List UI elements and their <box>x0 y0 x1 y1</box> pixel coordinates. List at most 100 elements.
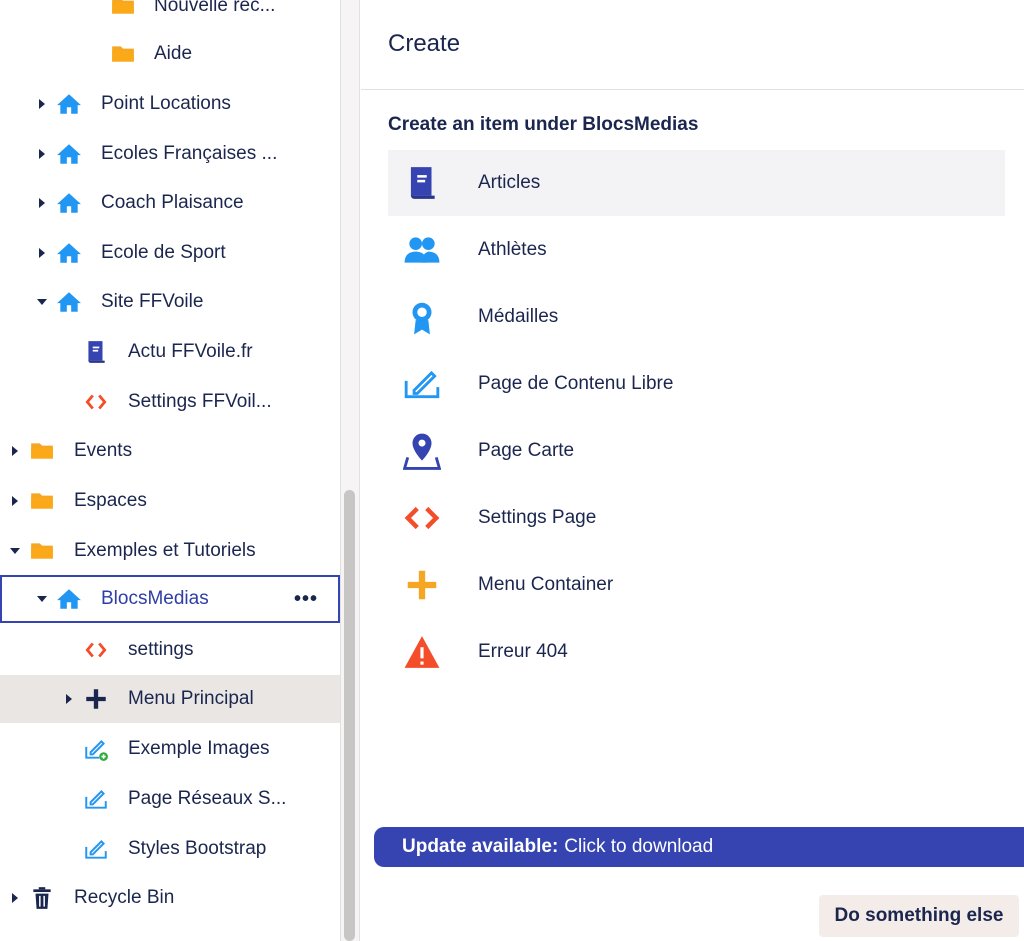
tree-item-styles-bootstrap[interactable]: Styles Bootstrap <box>0 825 340 873</box>
edit-add-icon <box>83 736 109 762</box>
create-item-label: Athlètes <box>478 239 547 260</box>
create-item-label: Page Carte <box>478 440 575 461</box>
caret-down-icon[interactable] <box>10 546 20 556</box>
create-item-menu-container[interactable]: Menu Container <box>388 552 1005 618</box>
create-item-label: Erreur 404 <box>478 641 568 662</box>
tree-item-recycle-bin[interactable]: Recycle Bin <box>0 874 340 922</box>
users-icon <box>402 230 442 270</box>
create-item-label: Articles <box>478 172 541 193</box>
create-item-label: Settings Page <box>478 507 597 528</box>
warning-icon <box>402 632 442 672</box>
caret-right-icon[interactable] <box>37 149 47 159</box>
trash-icon <box>29 885 55 911</box>
tree-item-events[interactable]: Events <box>0 427 340 475</box>
tree-item-label: Page Réseaux S... <box>128 788 287 809</box>
tree-item-label: Aide <box>154 43 193 64</box>
create-item-articles[interactable]: Articles <box>388 150 1005 216</box>
create-item-page-carte[interactable]: Page Carte <box>388 418 1005 484</box>
folder-icon <box>29 488 55 514</box>
tree-item-label: Exemples et Tutoriels <box>74 540 256 561</box>
create-item-erreur-404[interactable]: Erreur 404 <box>388 619 1005 685</box>
tree-item-point-locations[interactable]: Point Locations <box>0 80 340 128</box>
update-label: Update available: <box>402 836 559 857</box>
tree-scrollbar-thumb[interactable] <box>344 490 355 941</box>
tree-item-label: Recycle Bin <box>74 887 175 908</box>
tree-item-label: Events <box>74 440 133 461</box>
tree-item-label: Ecole de Sport <box>101 242 226 263</box>
tree-item-label: Settings FFVoil... <box>128 391 272 412</box>
panel-header: Create <box>361 0 1024 90</box>
tree-item-label: BlocsMedias <box>101 588 209 609</box>
content-tree: Nouvelle rec... Aide Point Locations Eco… <box>0 0 340 941</box>
caret-right-icon[interactable] <box>10 446 20 456</box>
create-item-page-de-contenu-libre[interactable]: Page de Contenu Libre <box>388 351 1005 417</box>
caret-down-icon[interactable] <box>37 297 47 307</box>
caret-down-icon[interactable] <box>37 594 47 604</box>
map-pin-icon <box>402 431 442 471</box>
home-icon <box>56 289 82 315</box>
tree-item-exemples-et-tutoriels[interactable]: Exemples et Tutoriels <box>0 527 340 575</box>
caret-right-icon[interactable] <box>37 99 47 109</box>
tree-item-label: Ecoles Françaises ... <box>101 143 278 164</box>
tree-item-espaces[interactable]: Espaces <box>0 477 340 525</box>
home-icon <box>56 141 82 167</box>
tree-item-menu-principal[interactable]: Menu Principal <box>0 675 340 723</box>
tree-item-settings[interactable]: settings <box>0 626 340 674</box>
book-icon <box>83 339 109 365</box>
tree-item-ecoles-francaises[interactable]: Ecoles Françaises ... <box>0 130 340 178</box>
edit-icon <box>83 836 109 862</box>
tree-item-label: Site FFVoile <box>101 291 204 312</box>
folder-icon <box>29 538 55 564</box>
tree-item-exemple-images[interactable]: Exemple Images <box>0 725 340 773</box>
tree-item-label: settings <box>128 639 194 660</box>
tree-item-label: Espaces <box>74 490 147 511</box>
book-icon <box>402 163 442 203</box>
home-icon <box>56 586 82 612</box>
medal-icon <box>402 297 442 337</box>
code-icon <box>83 637 109 663</box>
caret-right-icon[interactable] <box>10 893 20 903</box>
create-item-label: Menu Container <box>478 574 614 595</box>
tree-item-ecole-de-sport[interactable]: Ecole de Sport <box>0 229 340 277</box>
caret-right-icon[interactable] <box>37 198 47 208</box>
create-item-label: Page de Contenu Libre <box>478 373 674 394</box>
do-something-else-button[interactable]: Do something else <box>819 895 1019 937</box>
create-item-label: Médailles <box>478 306 559 327</box>
plus-icon <box>83 686 109 712</box>
code-icon <box>83 389 109 415</box>
tree-item-aide[interactable]: Aide <box>0 30 340 78</box>
update-available-banner[interactable]: Update available: Click to download <box>374 827 1024 867</box>
create-item-athletes[interactable]: Athlètes <box>388 217 1005 283</box>
edit-icon <box>83 786 109 812</box>
tree-item-coach-plaisance[interactable]: Coach Plaisance <box>0 179 340 227</box>
tree-item-label: Nouvelle rec... <box>154 0 276 16</box>
more-actions-button[interactable]: ••• <box>294 588 318 611</box>
create-item-settings-page[interactable]: Settings Page <box>388 485 1005 551</box>
panel-title: Create <box>388 30 461 57</box>
create-subtitle: Create an item under BlocsMedias <box>388 114 699 135</box>
home-icon <box>56 190 82 216</box>
tree-item-nouvelle-rec[interactable]: Nouvelle rec... <box>0 0 340 30</box>
tree-item-label: Menu Principal <box>128 688 254 709</box>
create-panel: Create Create an item under BlocsMedias … <box>361 0 1024 941</box>
tree-item-blocsmedias[interactable]: BlocsMedias ••• <box>0 575 340 623</box>
folder-icon <box>110 41 136 67</box>
caret-right-icon[interactable] <box>10 496 20 506</box>
home-icon <box>56 91 82 117</box>
create-item-medailles[interactable]: Médailles <box>388 284 1005 350</box>
tree-item-label: Coach Plaisance <box>101 192 244 213</box>
tree-item-label: Styles Bootstrap <box>128 838 267 859</box>
caret-right-icon[interactable] <box>64 694 74 704</box>
folder-icon <box>110 0 136 19</box>
tree-item-label: Actu FFVoile.fr <box>128 341 253 362</box>
update-link[interactable]: Click to download <box>564 836 713 858</box>
tree-item-actu-ffvoile[interactable]: Actu FFVoile.fr <box>0 328 340 376</box>
tree-item-label: Exemple Images <box>128 738 270 759</box>
code-icon <box>402 498 442 538</box>
caret-right-icon[interactable] <box>37 248 47 258</box>
tree-item-label: Point Locations <box>101 93 231 114</box>
home-icon <box>56 240 82 266</box>
tree-item-page-reseaux[interactable]: Page Réseaux S... <box>0 775 340 823</box>
tree-item-site-ffvoile[interactable]: Site FFVoile <box>0 278 340 326</box>
tree-item-settings-ffvoile[interactable]: Settings FFVoil... <box>0 378 340 426</box>
